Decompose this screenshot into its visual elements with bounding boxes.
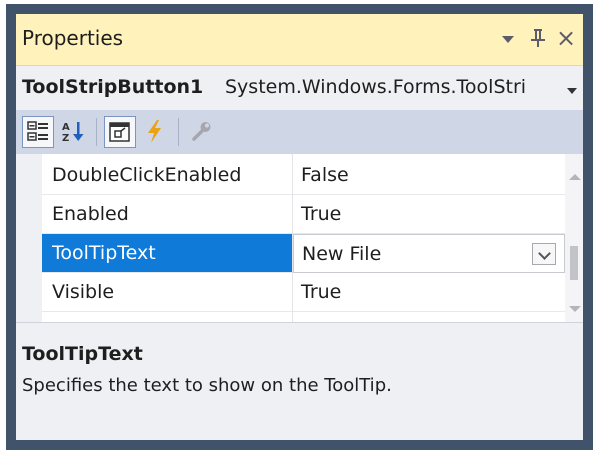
property-value[interactable]: New File xyxy=(302,243,381,265)
chevron-down-icon[interactable] xyxy=(567,88,577,94)
events-button[interactable] xyxy=(140,116,172,148)
scroll-thumb[interactable] xyxy=(570,246,578,280)
lightning-icon xyxy=(148,120,161,143)
property-value-editor[interactable]: New File xyxy=(293,234,565,273)
object-name: ToolStripButton1 xyxy=(22,76,204,98)
properties-icon xyxy=(109,122,130,142)
property-row-tooltiptext[interactable]: ToolTipText New File xyxy=(42,234,565,273)
panel-title-bar[interactable]: Properties × xyxy=(16,14,583,66)
panel-title: Properties xyxy=(22,26,124,50)
property-name[interactable]: ToolTipText xyxy=(42,234,292,273)
scroll-down-icon[interactable] xyxy=(569,306,581,312)
properties-panel: Properties × ToolStripButton1 System.Win… xyxy=(16,14,583,440)
property-pages-button[interactable] xyxy=(186,116,218,148)
object-selector[interactable]: ToolStripButton1 System.Windows.Forms.To… xyxy=(16,66,583,110)
property-row-doubleclickenabled[interactable]: DoubleClickEnabled False xyxy=(42,156,565,195)
property-row-visible[interactable]: Visible True xyxy=(42,273,565,312)
sort-alphabetical-icon: A Z xyxy=(62,122,84,144)
pin-icon[interactable] xyxy=(528,26,550,50)
property-name[interactable]: DoubleClickEnabled xyxy=(42,156,292,195)
property-name[interactable]: Enabled xyxy=(42,195,292,234)
svg-text:A: A xyxy=(62,122,70,133)
description-pane: ToolTipText Specifies the text to show o… xyxy=(16,322,583,440)
property-grid: DoubleClickEnabled False Enabled True To… xyxy=(16,154,583,322)
vertical-scrollbar[interactable] xyxy=(565,154,583,322)
toolbar-separator xyxy=(178,118,179,146)
chevron-down-icon xyxy=(538,247,551,260)
properties-toolbar: A Z xyxy=(16,110,583,154)
description-title: ToolTipText xyxy=(22,343,143,365)
alphabetical-button[interactable]: A Z xyxy=(58,116,90,148)
toolbar-separator xyxy=(96,118,97,146)
value-dropdown-button[interactable] xyxy=(532,243,556,265)
wrench-icon xyxy=(192,122,211,141)
categorized-button[interactable] xyxy=(22,116,54,148)
categorized-icon xyxy=(27,121,48,141)
property-row-enabled[interactable]: Enabled True xyxy=(42,195,565,234)
properties-button[interactable] xyxy=(104,116,136,148)
property-value[interactable]: False xyxy=(293,156,565,195)
grid-gutter xyxy=(16,154,42,322)
description-text: Specifies the text to show on the ToolTi… xyxy=(22,375,392,396)
close-icon[interactable]: × xyxy=(556,24,576,52)
property-value[interactable]: True xyxy=(293,273,565,312)
object-type: System.Windows.Forms.ToolStri xyxy=(225,76,527,98)
window-frame: Properties × ToolStripButton1 System.Win… xyxy=(6,4,593,450)
scroll-up-icon[interactable] xyxy=(569,174,581,180)
window-position-dropdown-icon[interactable] xyxy=(502,36,514,43)
svg-text:Z: Z xyxy=(62,133,69,144)
property-value[interactable]: True xyxy=(293,195,565,234)
property-name[interactable]: Visible xyxy=(42,273,292,312)
